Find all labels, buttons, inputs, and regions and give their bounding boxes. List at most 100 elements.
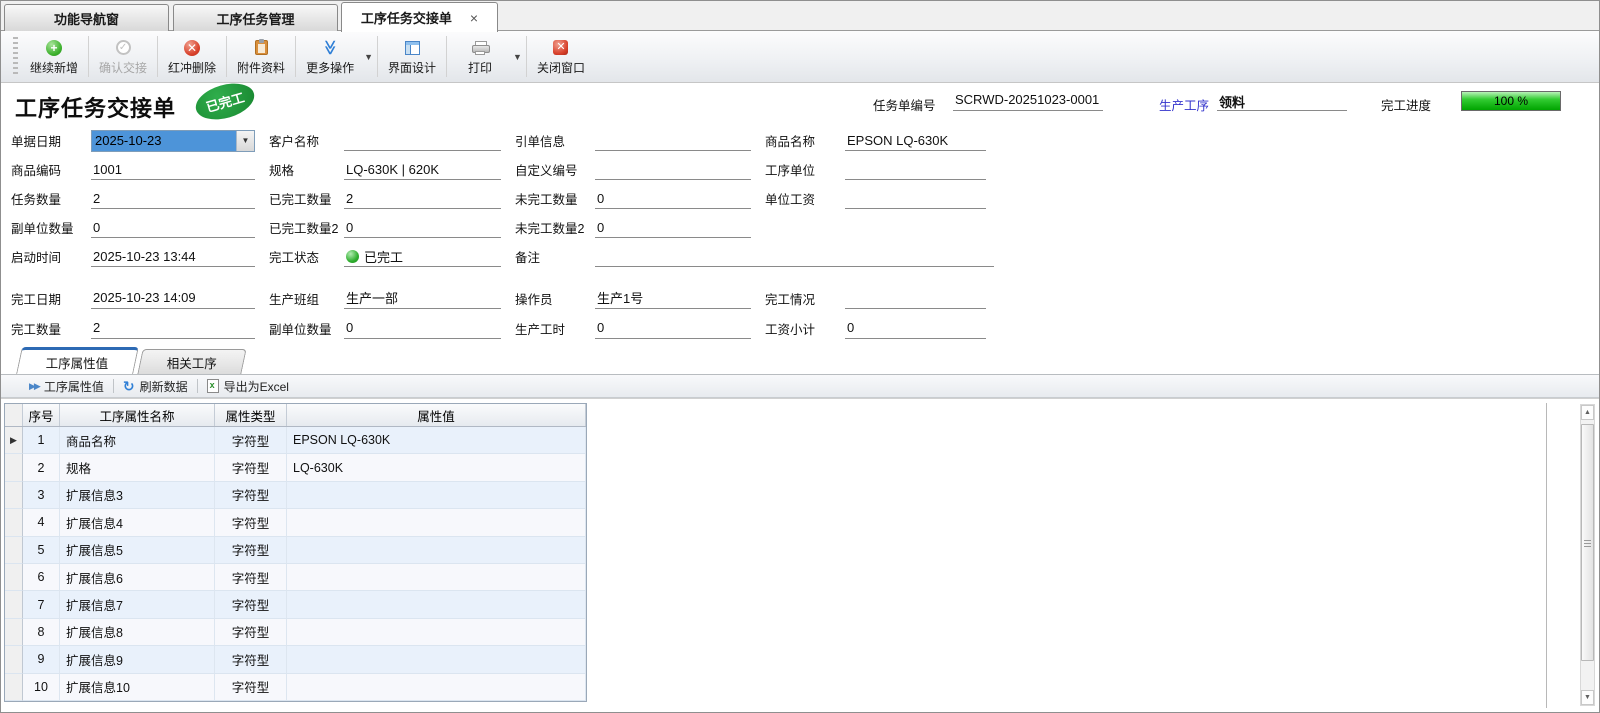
product-code-label: 商品编码: [11, 160, 91, 179]
tab-label: 工序任务管理: [216, 9, 294, 28]
row-selector[interactable]: [5, 454, 23, 481]
row-selector[interactable]: ▶: [5, 427, 23, 454]
combo-dropdown-button[interactable]: ▼: [236, 131, 254, 151]
table-row[interactable]: 3 扩展信息3 字符型: [5, 482, 586, 509]
more-actions-button[interactable]: ≫ 更多操作: [298, 31, 362, 82]
table-row[interactable]: ▶ 1 商品名称 字符型 EPSON LQ-630K: [5, 427, 586, 454]
col-header-type[interactable]: 属性类型: [215, 404, 287, 426]
table-row[interactable]: 6 扩展信息6 字符型: [5, 564, 586, 591]
finish-qty-field[interactable]: 2: [91, 318, 255, 339]
process-link-label[interactable]: 生产工序: [1159, 95, 1209, 114]
table-row[interactable]: 4 扩展信息4 字符型: [5, 509, 586, 536]
detail-tabstrip: 工序属性值 相关工序: [1, 347, 1599, 374]
row-selector[interactable]: [5, 591, 23, 618]
remark-field[interactable]: [595, 246, 994, 267]
table-row[interactable]: 7 扩展信息7 字符型: [5, 591, 586, 618]
tab-function-nav[interactable]: 功能导航窗: [4, 4, 169, 31]
product-code-field[interactable]: 1001: [91, 159, 255, 180]
finish-status-field[interactable]: 已完工: [344, 246, 501, 267]
operator-label[interactable]: 操作员: [515, 289, 595, 308]
wage-subtotal-field[interactable]: 0: [845, 318, 986, 339]
chevron-down-icon[interactable]: ▼: [364, 52, 373, 62]
finished-qty-field[interactable]: 2: [344, 188, 501, 209]
table-row[interactable]: 10 扩展信息10 字符型: [5, 674, 586, 701]
sub-unit-qty-field[interactable]: 0: [91, 217, 255, 238]
row-selector[interactable]: [5, 537, 23, 564]
tab-related-processes[interactable]: 相关工序: [137, 349, 246, 374]
refresh-data-button[interactable]: ↻ 刷新数据: [116, 376, 195, 397]
col-header-value[interactable]: 属性值: [287, 404, 586, 426]
spec-field[interactable]: LQ-630K | 620K: [344, 159, 501, 180]
close-icon[interactable]: ×: [470, 11, 478, 25]
progress-label: 完工进度: [1381, 95, 1431, 114]
app-window: 功能导航窗 工序任务管理 工序任务交接单 × + 继续新增 ✓ 确认交接 ✕ 红…: [0, 0, 1600, 713]
finish-info-field[interactable]: [845, 288, 986, 309]
sub-unit-qty2-field[interactable]: 0: [344, 318, 501, 339]
col-header-no[interactable]: 序号: [23, 404, 60, 426]
process-value[interactable]: 领料: [1217, 91, 1347, 111]
row-selector[interactable]: [5, 646, 23, 673]
button-label: 工序属性值: [44, 378, 104, 395]
row-selector[interactable]: [5, 482, 23, 509]
work-hours-field[interactable]: 0: [595, 318, 751, 339]
sub-unit-qty-label: 副单位数量: [11, 218, 91, 237]
continue-add-button[interactable]: + 继续新增: [22, 31, 86, 82]
cell-type: 字符型: [215, 537, 287, 564]
completed-status-badge: 已完工: [192, 77, 259, 125]
ref-info-field[interactable]: [595, 130, 751, 151]
finish-qty-label[interactable]: 完工数量: [11, 319, 91, 338]
customer-field[interactable]: [344, 130, 501, 151]
row-selector[interactable]: [5, 564, 23, 591]
finished-qty2-field[interactable]: 0: [344, 217, 501, 238]
finish-date-field[interactable]: 2025-10-23 14:09: [91, 288, 255, 309]
col-header-name[interactable]: 工序属性名称: [60, 404, 215, 426]
remark-label: 备注: [515, 247, 595, 266]
tab-task-management[interactable]: 工序任务管理: [173, 4, 338, 31]
team-label[interactable]: 生产班组: [269, 289, 344, 308]
scroll-up-button[interactable]: ▲: [1581, 405, 1594, 420]
operator-field[interactable]: 生产1号: [595, 288, 751, 309]
row-selector[interactable]: [5, 674, 23, 701]
row-selector[interactable]: [5, 619, 23, 646]
table-row[interactable]: 8 扩展信息8 字符型: [5, 619, 586, 646]
start-time-field[interactable]: 2025-10-23 13:44: [91, 246, 255, 267]
close-window-button[interactable]: ✕ 关闭窗口: [529, 31, 593, 82]
cell-type: 字符型: [215, 482, 287, 509]
tab-task-handover[interactable]: 工序任务交接单 ×: [341, 2, 498, 32]
table-row[interactable]: 5 扩展信息5 字符型: [5, 537, 586, 564]
cell-no: 3: [23, 482, 60, 509]
doc-date-combo[interactable]: 2025-10-23 ▼: [91, 130, 255, 152]
confirm-handover-button[interactable]: ✓ 确认交接: [91, 31, 155, 82]
scroll-down-button[interactable]: ▼: [1581, 690, 1594, 705]
doc-date-label: 单据日期: [11, 131, 91, 150]
form-section-main: 单据日期 2025-10-23 ▼ 客户名称 引单信息 商品名称 EPSON L…: [1, 126, 1599, 271]
attribute-values-button[interactable]: ▶▶ 工序属性值: [22, 376, 111, 397]
print-button[interactable]: 打印: [449, 31, 511, 82]
unfinished-qty2-field[interactable]: 0: [595, 217, 751, 238]
product-name-field[interactable]: EPSON LQ-630K: [845, 130, 986, 151]
custom-no-field[interactable]: [595, 159, 751, 180]
unfinished-qty-field[interactable]: 0: [595, 188, 751, 209]
row-selector[interactable]: [5, 509, 23, 536]
table-row[interactable]: 9 扩展信息9 字符型: [5, 646, 586, 673]
toolbar-separator: [197, 379, 198, 393]
attachment-button[interactable]: 附件资料: [229, 31, 293, 82]
finish-date-label[interactable]: 完工日期: [11, 289, 91, 308]
start-time-label: 启动时间: [11, 247, 91, 266]
chevron-down-icon[interactable]: ▼: [513, 52, 522, 62]
task-qty-field[interactable]: 2: [91, 188, 255, 209]
task-no-value[interactable]: SCRWD-20251023-0001: [953, 91, 1103, 111]
table-row[interactable]: 2 规格 字符型 LQ-630K: [5, 454, 586, 481]
vertical-scrollbar[interactable]: ▲ ▼: [1580, 404, 1595, 706]
attribute-grid-area: 序号 工序属性名称 属性类型 属性值 ▶ 1 商品名称 字符型 EPSON LQ…: [1, 398, 1599, 711]
toolbar-grip[interactable]: [13, 37, 18, 76]
export-excel-button[interactable]: 导出为Excel: [200, 376, 296, 397]
red-delete-button[interactable]: ✕ 红冲删除: [160, 31, 224, 82]
ui-design-button[interactable]: 界面设计: [380, 31, 444, 82]
cell-no: 10: [23, 674, 60, 701]
scrollbar-thumb[interactable]: [1581, 424, 1594, 661]
unit-wage-field[interactable]: [845, 188, 986, 209]
tab-attribute-values[interactable]: 工序属性值: [16, 347, 138, 374]
process-unit-field[interactable]: [845, 159, 986, 180]
team-field[interactable]: 生产一部: [344, 288, 501, 309]
